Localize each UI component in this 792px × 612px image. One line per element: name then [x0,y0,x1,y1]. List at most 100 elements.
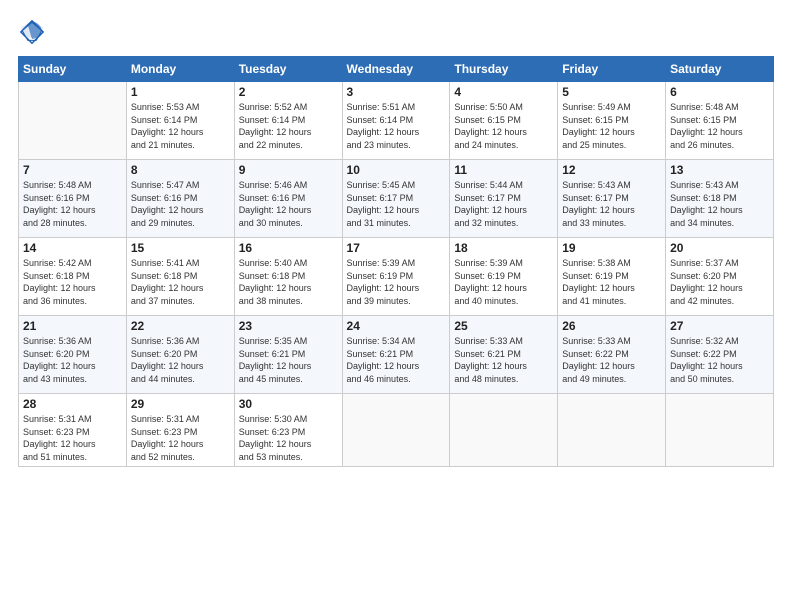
day-info: Sunrise: 5:51 AM Sunset: 6:14 PM Dayligh… [347,101,446,151]
week-row-1: 1 Sunrise: 5:53 AM Sunset: 6:14 PM Daylig… [19,82,774,160]
week-row-4: 21 Sunrise: 5:36 AM Sunset: 6:20 PM Dayli… [19,316,774,394]
header [18,18,774,46]
day-info: Sunrise: 5:48 AM Sunset: 6:15 PM Dayligh… [670,101,769,151]
day-number: 30 [239,397,338,411]
day-cell: 6 Sunrise: 5:48 AM Sunset: 6:15 PM Daylig… [666,82,774,160]
day-info: Sunrise: 5:34 AM Sunset: 6:21 PM Dayligh… [347,335,446,385]
header-row: SundayMondayTuesdayWednesdayThursdayFrid… [19,57,774,82]
day-number: 8 [131,163,230,177]
day-number: 26 [562,319,661,333]
day-cell [558,394,666,467]
week-row-3: 14 Sunrise: 5:42 AM Sunset: 6:18 PM Dayli… [19,238,774,316]
day-info: Sunrise: 5:32 AM Sunset: 6:22 PM Dayligh… [670,335,769,385]
day-info: Sunrise: 5:47 AM Sunset: 6:16 PM Dayligh… [131,179,230,229]
day-cell: 1 Sunrise: 5:53 AM Sunset: 6:14 PM Daylig… [126,82,234,160]
day-cell: 7 Sunrise: 5:48 AM Sunset: 6:16 PM Daylig… [19,160,127,238]
day-cell: 17Sunrise: 5:39 AM Sunset: 6:19 PM Dayli… [342,238,450,316]
day-cell: 16 Sunrise: 5:40 AM Sunset: 6:18 PM Dayli… [234,238,342,316]
day-cell: 27 Sunrise: 5:32 AM Sunset: 6:22 PM Dayli… [666,316,774,394]
calendar-body: 1 Sunrise: 5:53 AM Sunset: 6:14 PM Daylig… [19,82,774,467]
header-cell-wednesday: Wednesday [342,57,450,82]
header-cell-thursday: Thursday [450,57,558,82]
day-cell: 22 Sunrise: 5:36 AM Sunset: 6:20 PM Dayli… [126,316,234,394]
day-info: Sunrise: 5:42 AM Sunset: 6:18 PM Dayligh… [23,257,122,307]
day-number: 25 [454,319,553,333]
day-number: 21 [23,319,122,333]
day-cell: 29 Sunrise: 5:31 AM Sunset: 6:23 PM Dayli… [126,394,234,467]
day-number: 12 [562,163,661,177]
day-info: Sunrise: 5:37 AM Sunset: 6:20 PM Dayligh… [670,257,769,307]
day-number: 9 [239,163,338,177]
logo [18,18,50,46]
day-cell [19,82,127,160]
week-row-2: 7 Sunrise: 5:48 AM Sunset: 6:16 PM Daylig… [19,160,774,238]
day-info: Sunrise: 5:31 AM Sunset: 6:23 PM Dayligh… [23,413,122,463]
page: SundayMondayTuesdayWednesdayThursdayFrid… [0,0,792,612]
day-info: Sunrise: 5:44 AM Sunset: 6:17 PM Dayligh… [454,179,553,229]
day-number: 19 [562,241,661,255]
day-cell: 11Sunrise: 5:44 AM Sunset: 6:17 PM Dayli… [450,160,558,238]
day-cell: 28Sunrise: 5:31 AM Sunset: 6:23 PM Dayli… [19,394,127,467]
day-info: Sunrise: 5:49 AM Sunset: 6:15 PM Dayligh… [562,101,661,151]
day-info: Sunrise: 5:40 AM Sunset: 6:18 PM Dayligh… [239,257,338,307]
day-cell: 24Sunrise: 5:34 AM Sunset: 6:21 PM Dayli… [342,316,450,394]
header-cell-sunday: Sunday [19,57,127,82]
day-cell: 19Sunrise: 5:38 AM Sunset: 6:19 PM Dayli… [558,238,666,316]
day-number: 6 [670,85,769,99]
day-cell: 26 Sunrise: 5:33 AM Sunset: 6:22 PM Dayli… [558,316,666,394]
day-info: Sunrise: 5:36 AM Sunset: 6:20 PM Dayligh… [23,335,122,385]
day-info: Sunrise: 5:39 AM Sunset: 6:19 PM Dayligh… [454,257,553,307]
week-row-5: 28Sunrise: 5:31 AM Sunset: 6:23 PM Dayli… [19,394,774,467]
day-cell: 2 Sunrise: 5:52 AM Sunset: 6:14 PM Daylig… [234,82,342,160]
logo-icon [18,18,46,46]
day-number: 3 [347,85,446,99]
day-info: Sunrise: 5:45 AM Sunset: 6:17 PM Dayligh… [347,179,446,229]
day-info: Sunrise: 5:50 AM Sunset: 6:15 PM Dayligh… [454,101,553,151]
day-info: Sunrise: 5:36 AM Sunset: 6:20 PM Dayligh… [131,335,230,385]
day-number: 10 [347,163,446,177]
header-cell-monday: Monday [126,57,234,82]
day-info: Sunrise: 5:33 AM Sunset: 6:22 PM Dayligh… [562,335,661,385]
day-number: 14 [23,241,122,255]
day-cell [666,394,774,467]
day-cell: 18Sunrise: 5:39 AM Sunset: 6:19 PM Dayli… [450,238,558,316]
day-number: 2 [239,85,338,99]
day-cell: 13Sunrise: 5:43 AM Sunset: 6:18 PM Dayli… [666,160,774,238]
day-info: Sunrise: 5:48 AM Sunset: 6:16 PM Dayligh… [23,179,122,229]
day-cell: 20Sunrise: 5:37 AM Sunset: 6:20 PM Dayli… [666,238,774,316]
day-cell: 12Sunrise: 5:43 AM Sunset: 6:17 PM Dayli… [558,160,666,238]
calendar-header: SundayMondayTuesdayWednesdayThursdayFrid… [19,57,774,82]
day-cell: 21 Sunrise: 5:36 AM Sunset: 6:20 PM Dayli… [19,316,127,394]
day-number: 16 [239,241,338,255]
day-info: Sunrise: 5:35 AM Sunset: 6:21 PM Dayligh… [239,335,338,385]
day-number: 4 [454,85,553,99]
day-cell: 23Sunrise: 5:35 AM Sunset: 6:21 PM Dayli… [234,316,342,394]
day-cell: 3 Sunrise: 5:51 AM Sunset: 6:14 PM Daylig… [342,82,450,160]
day-number: 5 [562,85,661,99]
day-cell: 25 Sunrise: 5:33 AM Sunset: 6:21 PM Dayli… [450,316,558,394]
calendar-table: SundayMondayTuesdayWednesdayThursdayFrid… [18,56,774,467]
day-info: Sunrise: 5:31 AM Sunset: 6:23 PM Dayligh… [131,413,230,463]
day-number: 7 [23,163,122,177]
day-number: 17 [347,241,446,255]
day-info: Sunrise: 5:46 AM Sunset: 6:16 PM Dayligh… [239,179,338,229]
day-number: 1 [131,85,230,99]
day-number: 29 [131,397,230,411]
day-number: 15 [131,241,230,255]
day-cell: 10 Sunrise: 5:45 AM Sunset: 6:17 PM Dayli… [342,160,450,238]
day-cell: 9 Sunrise: 5:46 AM Sunset: 6:16 PM Daylig… [234,160,342,238]
day-number: 22 [131,319,230,333]
day-cell: 4 Sunrise: 5:50 AM Sunset: 6:15 PM Daylig… [450,82,558,160]
day-info: Sunrise: 5:43 AM Sunset: 6:18 PM Dayligh… [670,179,769,229]
day-info: Sunrise: 5:52 AM Sunset: 6:14 PM Dayligh… [239,101,338,151]
day-info: Sunrise: 5:33 AM Sunset: 6:21 PM Dayligh… [454,335,553,385]
day-info: Sunrise: 5:41 AM Sunset: 6:18 PM Dayligh… [131,257,230,307]
day-number: 27 [670,319,769,333]
day-info: Sunrise: 5:53 AM Sunset: 6:14 PM Dayligh… [131,101,230,151]
day-cell: 15 Sunrise: 5:41 AM Sunset: 6:18 PM Dayli… [126,238,234,316]
header-cell-tuesday: Tuesday [234,57,342,82]
day-cell: 8 Sunrise: 5:47 AM Sunset: 6:16 PM Daylig… [126,160,234,238]
day-cell: 5 Sunrise: 5:49 AM Sunset: 6:15 PM Daylig… [558,82,666,160]
day-info: Sunrise: 5:30 AM Sunset: 6:23 PM Dayligh… [239,413,338,463]
day-cell [450,394,558,467]
